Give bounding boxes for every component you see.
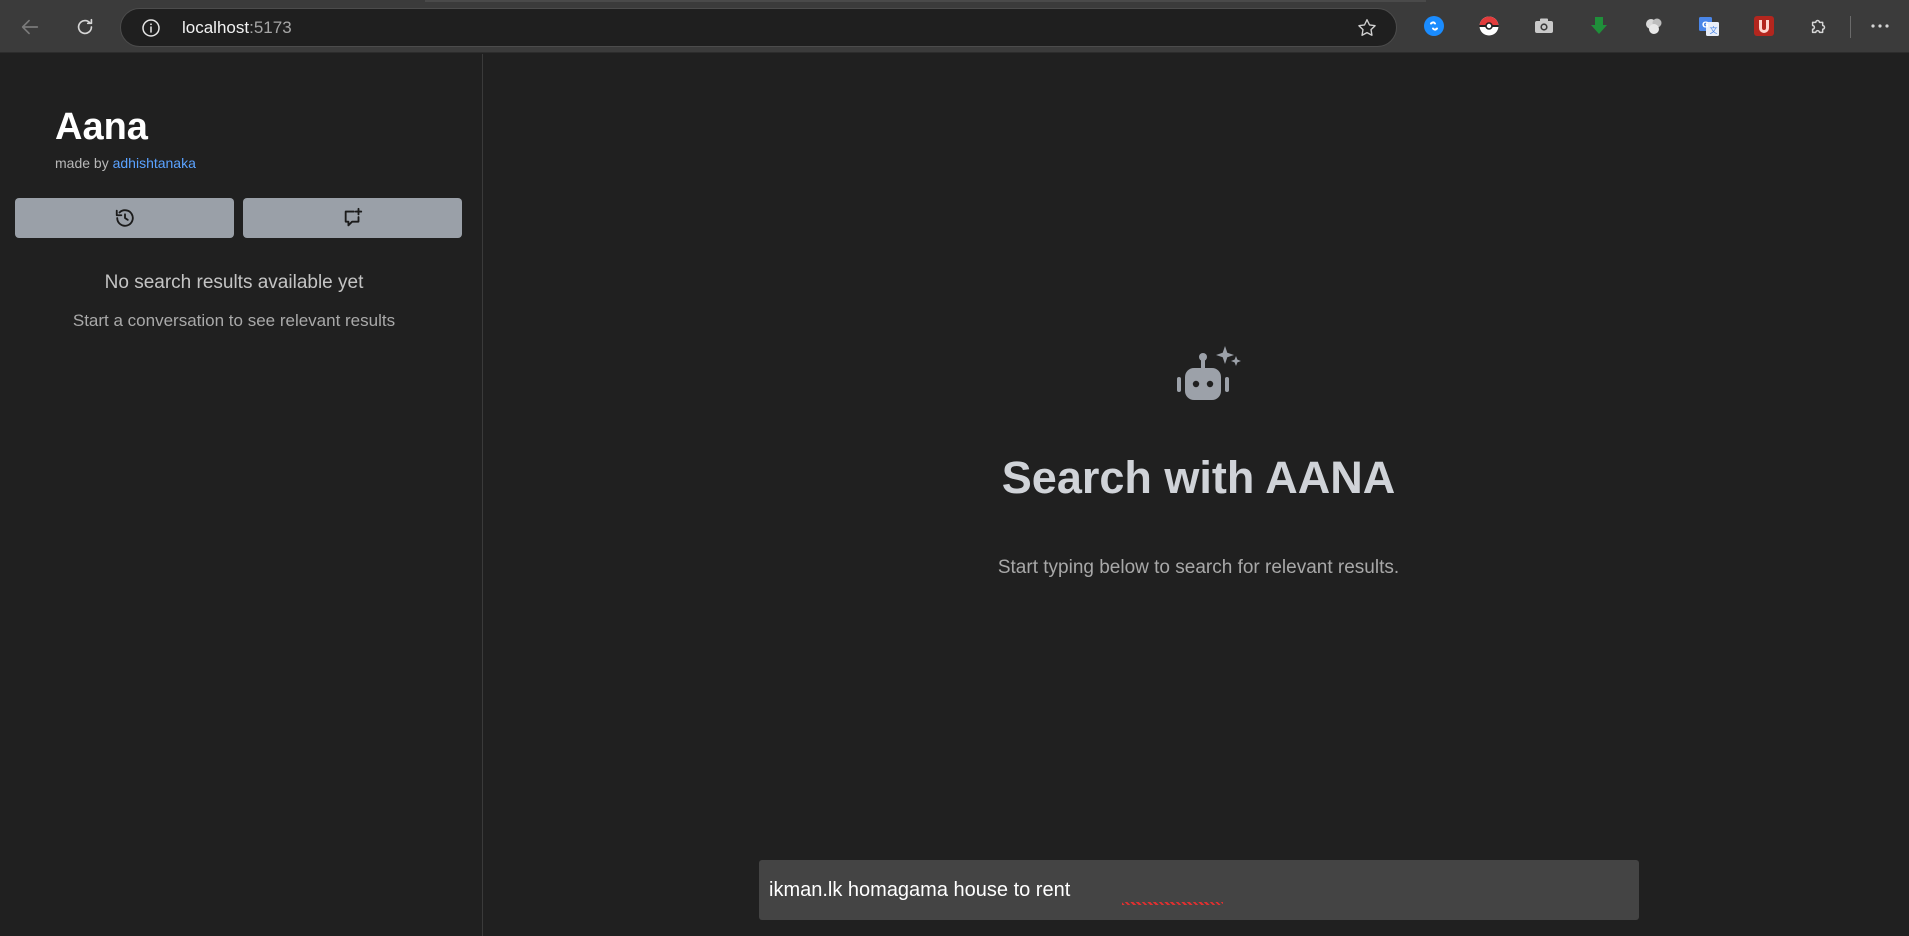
- ublock-extension[interactable]: [1751, 13, 1777, 39]
- star-icon[interactable]: [1356, 17, 1378, 39]
- download-extension[interactable]: [1586, 13, 1612, 39]
- robot-sparkle-icon: [1177, 346, 1241, 400]
- hero-subtitle: Start typing below to search for relevan…: [997, 557, 1400, 578]
- sidebar: Aana made by adhishtanaka No search resu…: [0, 54, 483, 936]
- back-button[interactable]: [10, 9, 50, 45]
- cloud-icon: [1646, 18, 1662, 34]
- translate-extension[interactable]: G文: [1696, 13, 1722, 39]
- tab-strip-edge: [425, 0, 1426, 2]
- search-box[interactable]: [759, 860, 1639, 920]
- pokeball-extension[interactable]: [1476, 13, 1502, 39]
- info-icon[interactable]: [141, 18, 161, 38]
- shazam-extension[interactable]: [1421, 13, 1447, 39]
- translate-icon: G文: [1699, 17, 1719, 36]
- svg-text:文: 文: [1710, 25, 1718, 35]
- cloud-extension[interactable]: [1641, 13, 1667, 39]
- arrow-left-icon: [21, 19, 39, 35]
- camera-extension[interactable]: [1531, 13, 1557, 39]
- history-icon: [115, 209, 134, 227]
- author-link[interactable]: adhishtanaka: [113, 155, 196, 171]
- byline-prefix: made by: [55, 155, 113, 171]
- reload-button[interactable]: [65, 9, 105, 45]
- toolbar-separator: [1850, 16, 1851, 38]
- new-chat-icon: [344, 207, 362, 227]
- download-icon: [1591, 17, 1607, 34]
- menu-button[interactable]: [1867, 13, 1893, 39]
- puzzle-icon: [1811, 19, 1826, 34]
- browser-toolbar: localhost:5173 G文: [0, 0, 1909, 53]
- camera-icon: [1535, 18, 1553, 33]
- url-host: localhost: [182, 18, 250, 37]
- svg-text:G: G: [1702, 21, 1709, 30]
- search-input[interactable]: [759, 860, 1639, 920]
- hero-title: Search with AANA: [1001, 452, 1396, 503]
- shazam-icon: [1424, 16, 1444, 36]
- address-bar[interactable]: localhost:5173: [120, 8, 1397, 47]
- pokeball-icon: [1479, 16, 1499, 36]
- more-icon: [1871, 24, 1889, 28]
- app-title: Aana: [55, 106, 148, 148]
- extensions-button[interactable]: [1806, 13, 1832, 39]
- new-chat-button[interactable]: [243, 198, 462, 238]
- byline: made by adhishtanaka: [55, 155, 196, 171]
- empty-results-title: No search results available yet: [104, 272, 364, 293]
- url-text[interactable]: localhost:5173: [182, 18, 292, 38]
- ublock-icon: [1754, 16, 1774, 36]
- main-panel: Search with AANA Start typing below to s…: [484, 54, 1909, 936]
- history-button[interactable]: [15, 198, 234, 238]
- url-port: :5173: [249, 18, 292, 37]
- reload-icon: [77, 18, 93, 35]
- empty-results-subtitle: Start a conversation to see relevant res…: [72, 311, 396, 330]
